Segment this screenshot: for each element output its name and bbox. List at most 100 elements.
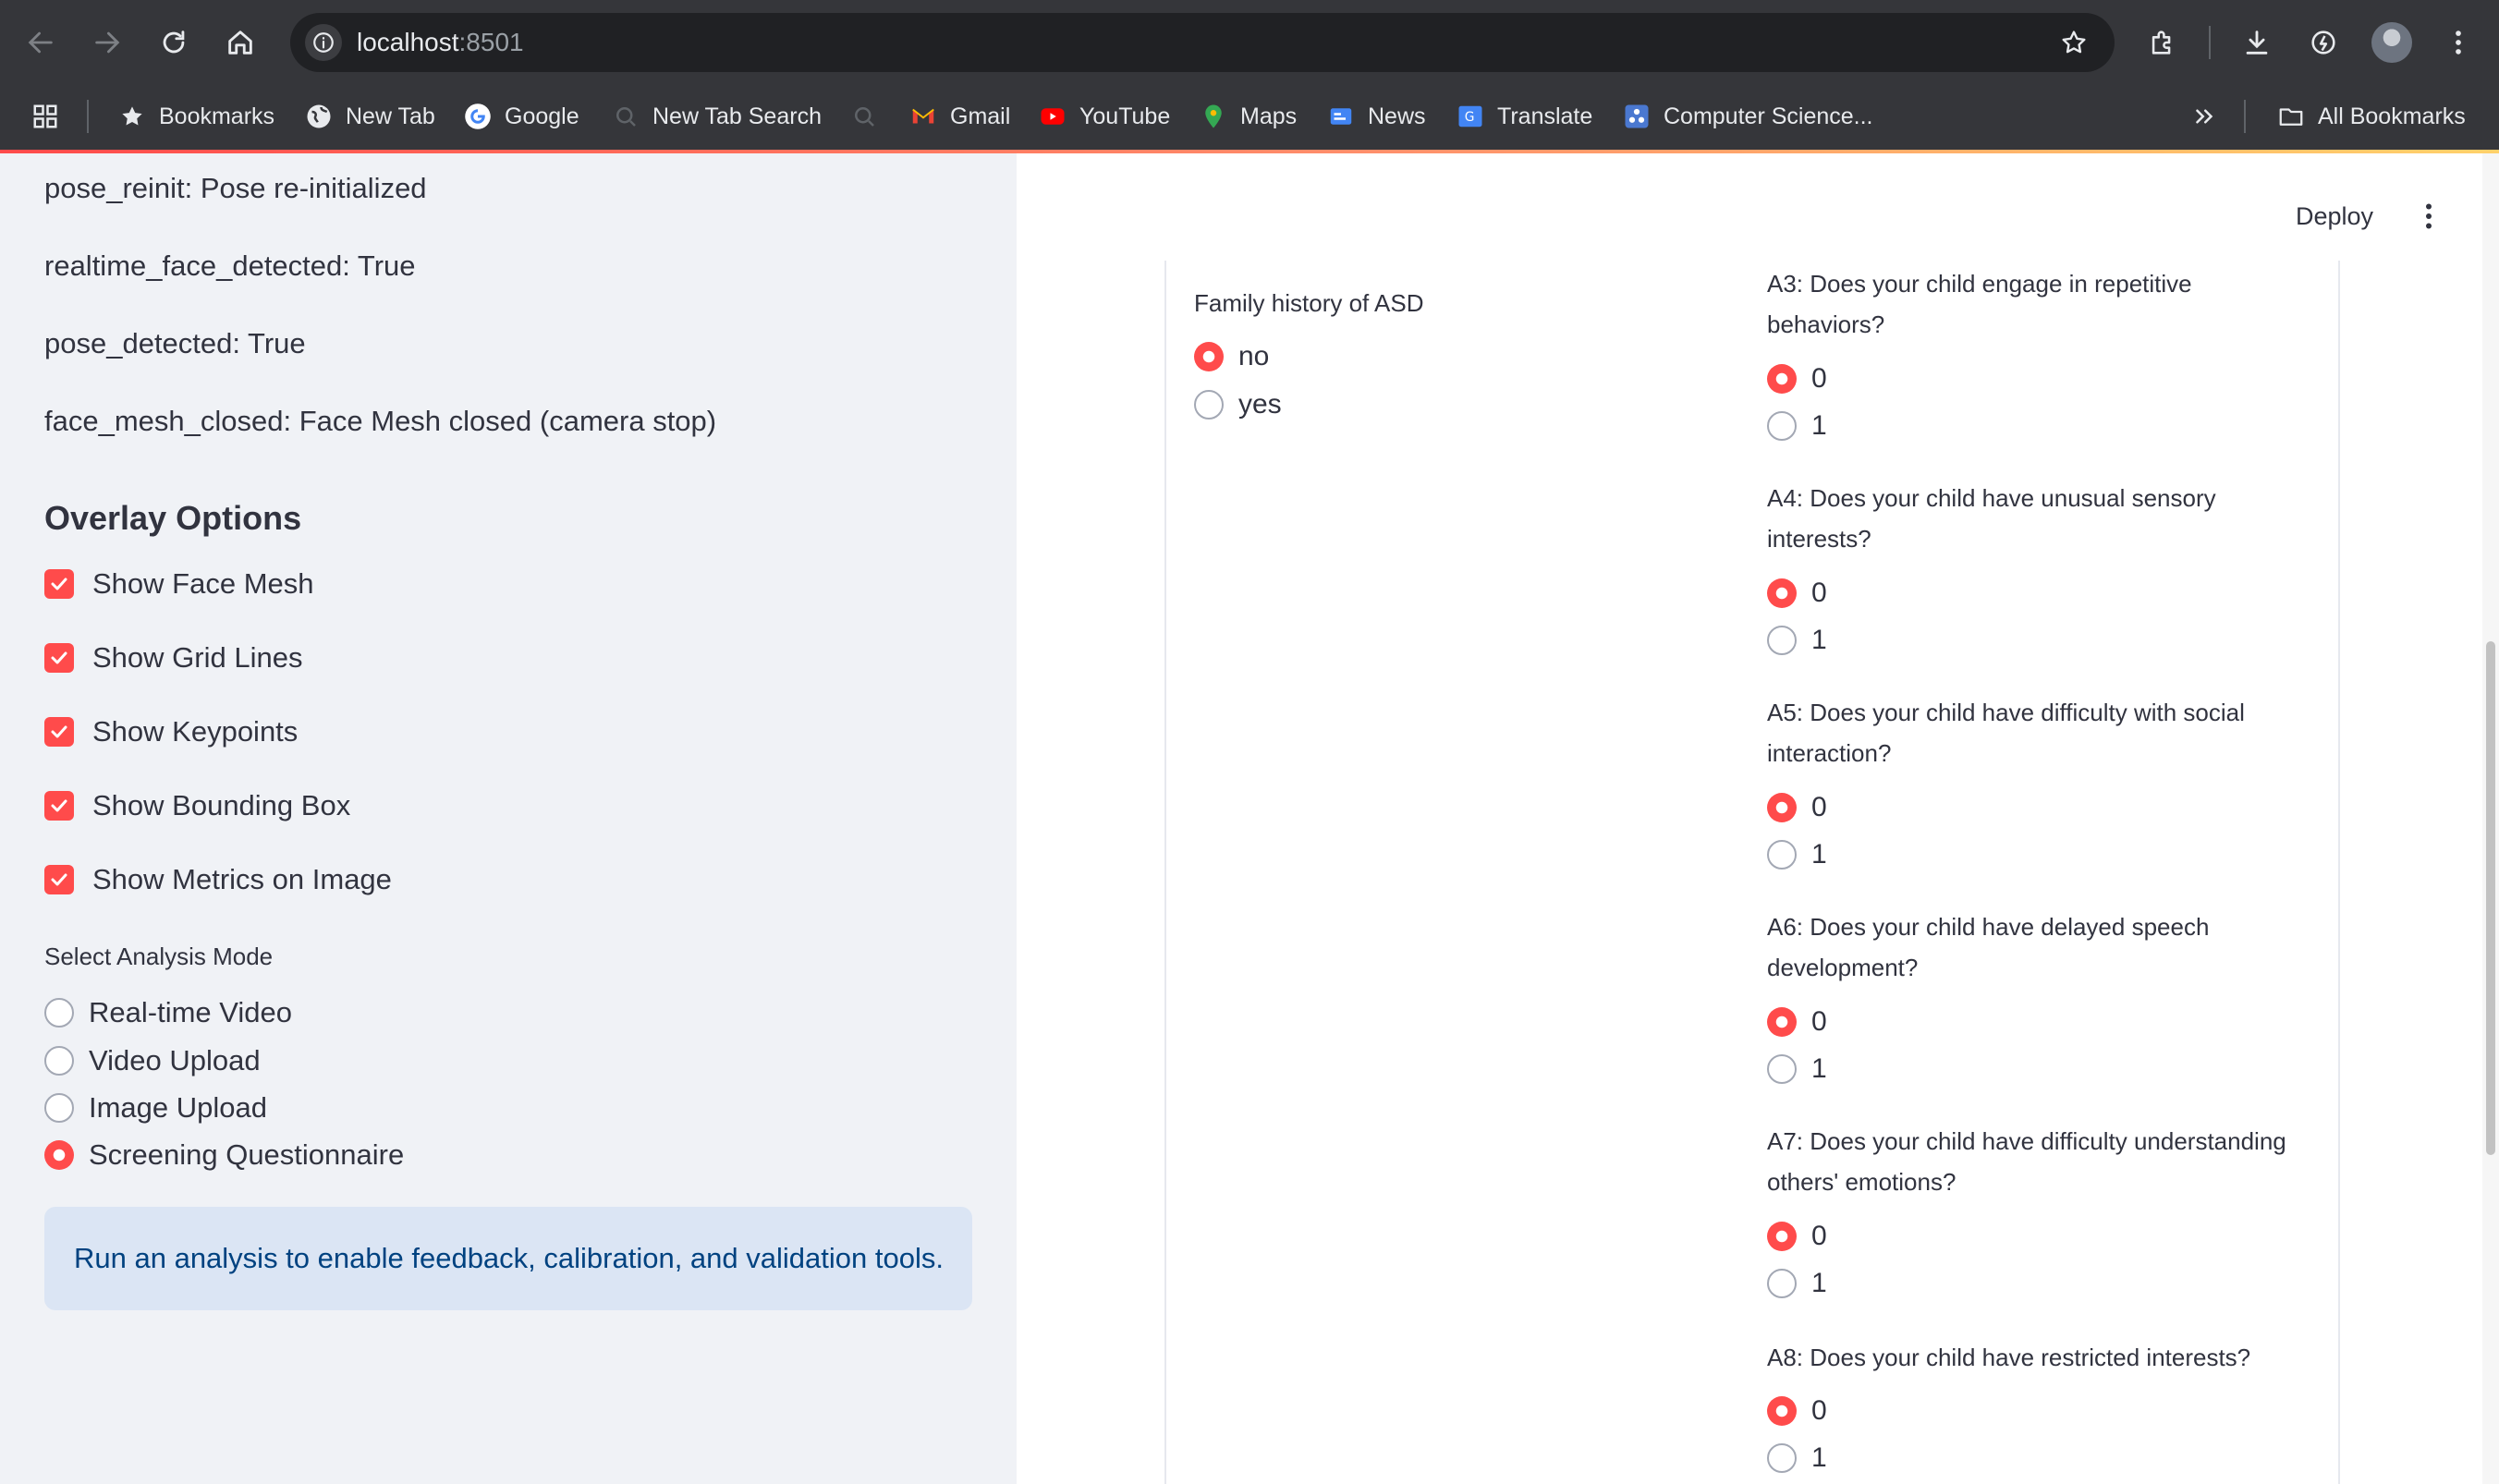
radio-unselected-icon[interactable] [1767,840,1797,870]
question-a8-option-1[interactable]: 1 [1767,1442,1827,1474]
bookmark-google[interactable]: Google [464,92,579,140]
checkbox-show-bounding-box[interactable]: Show Bounding Box [44,789,350,822]
checkbox-label: Show Keypoints [92,715,299,748]
back-icon[interactable] [18,20,63,65]
family-history-label: Family history of ASD [1194,289,1424,317]
mode-radio-realtime-video[interactable]: Real-time Video [44,996,292,1029]
question-a3-option-0[interactable]: 0 [1767,363,1827,395]
question-a7-option-1[interactable]: 1 [1767,1268,1827,1299]
question-a4-option-0[interactable]: 0 [1767,578,1827,609]
checkbox-show-metrics-on-image[interactable]: Show Metrics on Image [44,863,392,896]
radio-unselected-icon[interactable] [1767,626,1797,655]
status-line: face_mesh_closed: Face Mesh closed (came… [44,405,717,437]
question-a5-option-1[interactable]: 1 [1767,839,1827,870]
family-history-option-yes[interactable]: yes [1194,389,1282,420]
question-a6-option-1[interactable]: 1 [1767,1053,1827,1085]
reload-icon[interactable] [152,20,196,65]
radio-selected-icon[interactable] [1767,1222,1797,1251]
site-info-icon[interactable] [305,24,342,61]
radio-selected-icon[interactable] [1767,578,1797,608]
radio-selected-icon[interactable] [1767,364,1797,394]
sidebar: pose_reinit: Pose re-initialized realtim… [0,153,1017,1484]
bookmark-news[interactable]: News [1327,92,1426,140]
radio-unselected-icon[interactable] [1767,411,1797,441]
checkbox-show-face-mesh[interactable]: Show Face Mesh [44,567,314,601]
mode-radio-screening-questionnaire[interactable]: Screening Questionnaire [44,1138,404,1172]
checkbox-checked-icon[interactable] [44,569,74,599]
mode-radio-image-upload[interactable]: Image Upload [44,1091,267,1125]
radio-unselected-icon[interactable] [1194,390,1224,420]
forward-icon[interactable] [85,20,129,65]
radio-selected-icon[interactable] [1194,342,1224,371]
radio-unselected-icon[interactable] [44,998,74,1028]
browser-toolbar: localhost:8501 [0,0,2499,85]
bookmark-new-tab[interactable]: New Tab [305,92,435,140]
family-history-option-no[interactable]: no [1194,341,1269,372]
question-text: A6: Does your child have delayed speech [1767,913,2210,941]
radio-label: 0 [1811,1395,1827,1426]
bookmark-youtube[interactable]: YouTube [1039,92,1170,140]
bookmark-bookmarks[interactable]: Bookmarks [118,92,274,140]
bookmark-label: Translate [1497,103,1593,129]
radio-selected-icon[interactable] [44,1140,74,1170]
checkbox-show-grid-lines[interactable]: Show Grid Lines [44,641,302,675]
radio-unselected-icon[interactable] [44,1093,74,1123]
radio-unselected-icon[interactable] [1767,1054,1797,1084]
question-a7-option-0[interactable]: 0 [1767,1221,1827,1252]
bookmarks-divider [2244,100,2246,133]
download-icon[interactable] [2235,20,2279,65]
checkbox-show-keypoints[interactable]: Show Keypoints [44,715,298,748]
question-a7-label: A7: Does your child have difficulty unde… [1767,1121,2286,1202]
bookmark-search-blank[interactable] [850,92,891,140]
bookmark-maps[interactable]: Maps [1200,92,1297,140]
radio-unselected-icon[interactable] [44,1046,74,1076]
radio-selected-icon[interactable] [1767,1007,1797,1037]
globe-icon [305,103,333,130]
bookmark-label: Computer Science... [1664,103,1873,129]
bookmark-computer-science[interactable]: Computer Science... [1623,92,1873,140]
all-bookmarks-button[interactable]: All Bookmarks [2277,92,2466,140]
radio-label: 0 [1811,1221,1827,1251]
question-text: A5: Does your child have difficulty with… [1767,699,2245,726]
overlay-options-heading: Overlay Options [44,499,302,537]
home-icon[interactable] [218,20,262,65]
all-bookmarks-label: All Bookmarks [2318,103,2466,129]
checkbox-label: Show Bounding Box [92,789,351,821]
question-a3-option-1[interactable]: 1 [1767,410,1827,442]
deploy-button[interactable]: Deploy [2281,183,2388,249]
radio-label: Image Upload [89,1091,268,1124]
translate-icon: G [1457,103,1484,130]
info-alert: Run an analysis to enable feedback, cali… [44,1207,972,1310]
mode-radio-video-upload[interactable]: Video Upload [44,1044,261,1077]
extensions-icon[interactable] [2140,20,2185,65]
radio-selected-icon[interactable] [1767,793,1797,822]
address-bar[interactable]: localhost:8501 [290,13,2115,72]
radio-selected-icon[interactable] [1767,1396,1797,1426]
bookmark-gmail[interactable]: Gmail [909,92,1010,140]
profile-avatar[interactable] [2371,22,2412,63]
checkbox-checked-icon[interactable] [44,791,74,821]
question-text: interests? [1767,525,1871,553]
apps-grid-icon[interactable] [31,92,72,140]
browser-menu-icon[interactable] [2436,20,2481,65]
checkbox-checked-icon[interactable] [44,643,74,673]
question-a8-option-0[interactable]: 0 [1767,1395,1827,1427]
question-a4-option-1[interactable]: 1 [1767,625,1827,656]
radio-unselected-icon[interactable] [1767,1269,1797,1298]
checkbox-checked-icon[interactable] [44,865,74,894]
checkbox-checked-icon[interactable] [44,717,74,747]
bookmark-star-icon[interactable] [2054,22,2094,63]
question-a5-option-0[interactable]: 0 [1767,792,1827,823]
bookmark-new-tab-search[interactable]: New Tab Search [612,92,822,140]
radio-unselected-icon[interactable] [1767,1443,1797,1473]
gmail-icon [909,103,937,130]
performance-icon[interactable] [2301,20,2346,65]
more-bookmarks-chevron-icon[interactable] [2190,92,2231,140]
question-a6-option-0[interactable]: 0 [1767,1006,1827,1038]
bookmark-translate[interactable]: G Translate [1457,92,1592,140]
question-a3-label: A3: Does your child engage in repetitive… [1767,263,2192,345]
app-menu-icon[interactable] [2410,194,2447,238]
checkbox-label: Show Face Mesh [92,567,314,600]
page-scrollbar-thumb[interactable] [2486,641,2495,1155]
bookmarks-bar: Bookmarks New Tab Google New Tab Search … [0,92,2499,140]
